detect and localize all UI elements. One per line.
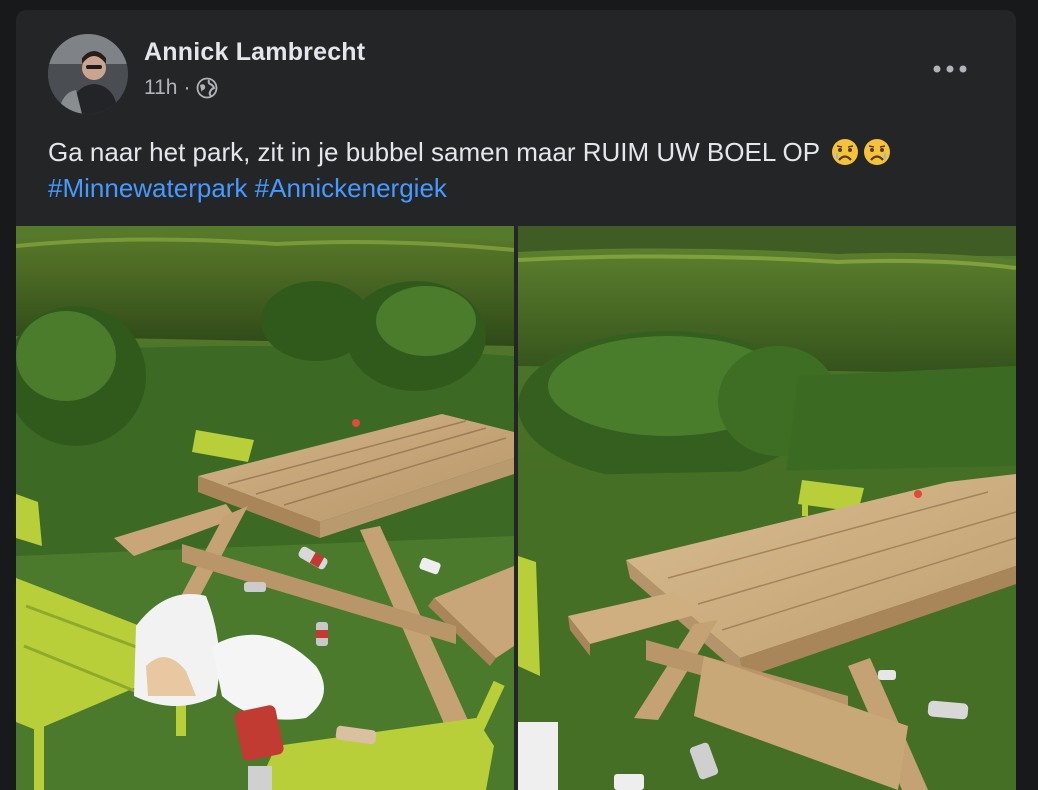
hashtag-link-minnewaterpark[interactable]: #Minnewaterpark <box>48 173 247 203</box>
more-options-icon[interactable] <box>930 54 970 84</box>
post-message-text: Ga naar het park, zit in je bubbel samen… <box>48 137 820 167</box>
crying-face-emoji <box>831 138 859 166</box>
hashtag-link-annickenergiek[interactable]: #Annickenergiek <box>255 173 447 203</box>
avatar[interactable] <box>48 34 128 114</box>
photo-picnic-table-litter-1[interactable] <box>16 226 514 790</box>
meta-separator: · <box>183 76 191 99</box>
post-meta: 11h · <box>144 76 218 100</box>
post-card: Annick Lambrecht 11h · Ga naar het park,… <box>16 10 1016 790</box>
globe-icon[interactable] <box>196 77 218 99</box>
author-name[interactable]: Annick Lambrecht <box>144 38 365 67</box>
photo-picnic-table-litter-2[interactable] <box>518 226 1016 790</box>
post-message: Ga naar het park, zit in je bubbel samen… <box>48 134 988 206</box>
crying-face-emoji <box>863 138 891 166</box>
photo-grid <box>16 226 1016 790</box>
post-timestamp[interactable]: 11h <box>144 76 177 100</box>
post-header: Annick Lambrecht 11h · <box>16 10 1016 114</box>
